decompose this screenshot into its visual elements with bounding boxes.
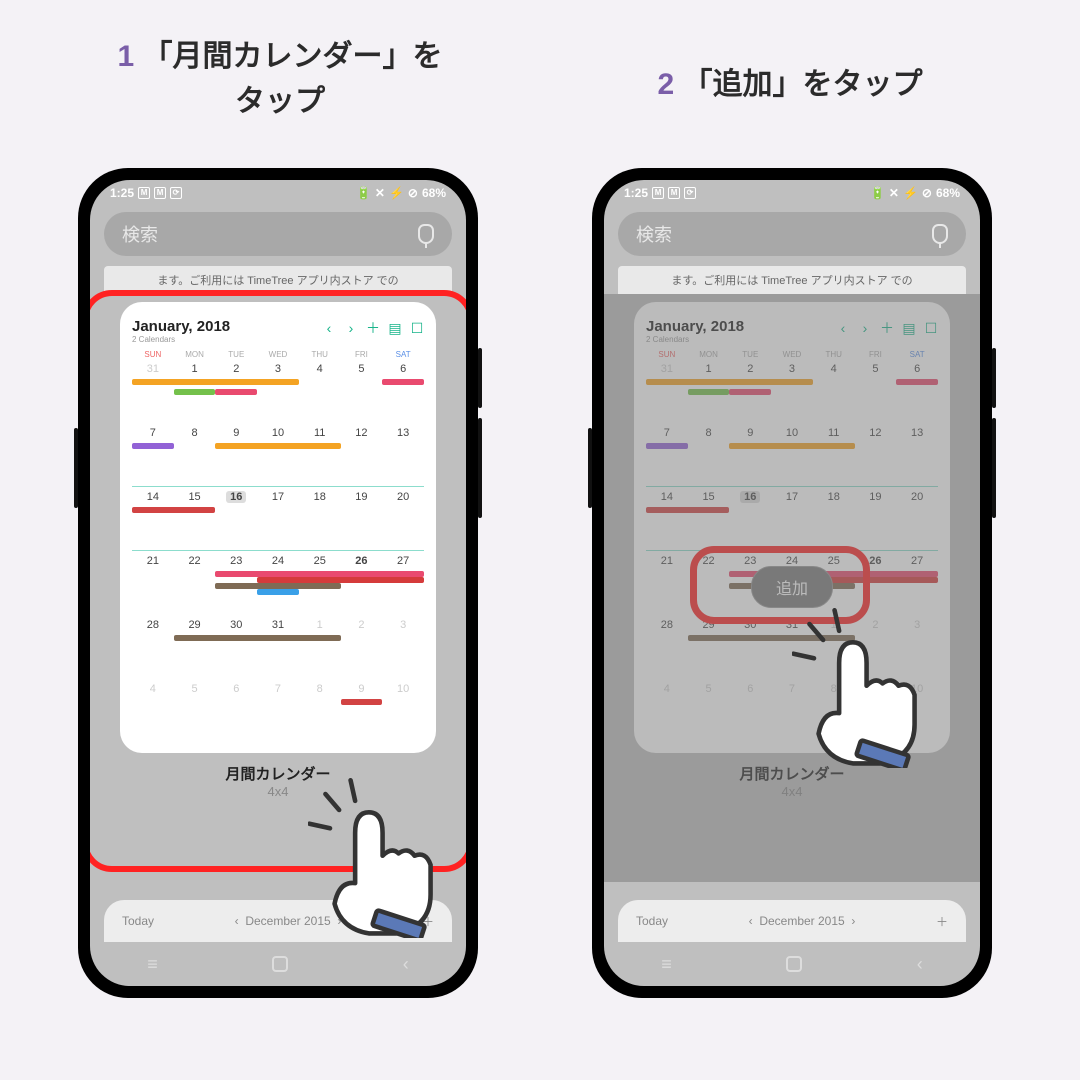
calendar-toolbar: ‹ › ＋ ▤ ☐ — [322, 318, 424, 338]
back-icon: ‹ — [403, 954, 409, 975]
recent-icon: ≡ — [147, 954, 158, 975]
bottom-widget-preview[interactable]: Today ‹ December 2015 › ＋ — [618, 900, 966, 942]
search-bar[interactable]: 検索 — [104, 212, 452, 256]
phone-left: 1:25MM⟳ 🔋✕⚡⊘68% 検索 ます。ご利用には TimeTree アプリ… — [78, 168, 478, 998]
calendar-month: January, 2018 — [132, 318, 230, 335]
status-bar: 1:25MM⟳ 🔋✕⚡⊘68% — [90, 180, 466, 206]
search-placeholder: 検索 — [122, 221, 158, 247]
step2-caption: 2 「追加」をタップ — [560, 62, 1020, 107]
mic-icon[interactable] — [932, 224, 948, 244]
search-bar[interactable]: 検索 — [618, 212, 966, 256]
calendar-icon: ☐ — [410, 320, 424, 337]
columns-icon: ▤ — [388, 320, 402, 337]
calendar-grid: 3112345678910111213141516171819202122232… — [132, 361, 424, 743]
android-navbar[interactable]: ≡‹ — [604, 942, 980, 986]
info-banner: ます。ご利用には TimeTree アプリ内ストア での — [104, 266, 452, 294]
tap-hand-icon — [792, 608, 932, 768]
status-bar: 1:25MM⟳ 🔋✕⚡⊘68% — [604, 180, 980, 206]
plus-icon: ＋ — [366, 318, 380, 338]
weekday-header: SUN MON TUE WED THU FRI SAT — [132, 350, 424, 359]
tap-hand-icon — [308, 778, 448, 938]
android-navbar[interactable]: ≡ ‹ — [90, 942, 466, 986]
home-icon — [272, 956, 288, 972]
mic-icon[interactable] — [418, 224, 434, 244]
add-button[interactable]: 追加 — [751, 566, 833, 608]
chevron-left-icon: ‹ — [322, 320, 336, 336]
step1-caption: 1 「月間カレンダー」をタップ — [70, 34, 490, 124]
phone-right: 1:25MM⟳ 🔋✕⚡⊘68% 検索 ます。ご利用には TimeTree アプリ… — [592, 168, 992, 998]
widget-card[interactable]: January, 2018 2 Calendars ‹ › ＋ ▤ ☐ SUN … — [120, 302, 436, 753]
chevron-right-icon: › — [344, 320, 358, 336]
